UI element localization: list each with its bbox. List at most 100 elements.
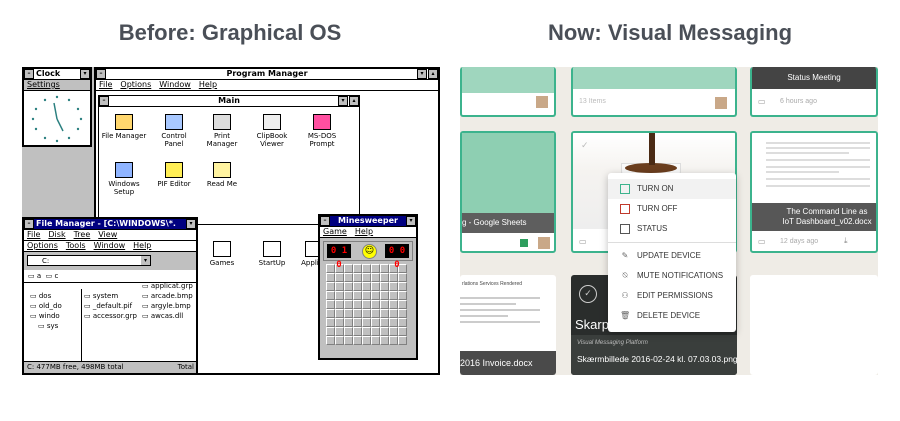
minimize-icon[interactable]: ▾ (338, 96, 348, 106)
mine-cell[interactable] (371, 273, 380, 282)
mine-cell[interactable] (344, 336, 353, 345)
mine-cell[interactable] (398, 327, 407, 336)
mine-cell[interactable] (344, 264, 353, 273)
mine-cell[interactable] (398, 282, 407, 291)
mine-cell[interactable] (326, 309, 335, 318)
mine-cell[interactable] (380, 291, 389, 300)
mine-cell[interactable] (344, 309, 353, 318)
mine-cell[interactable] (353, 300, 362, 309)
minimize-icon[interactable]: ▾ (186, 219, 196, 229)
read-me-program[interactable]: Read Me (199, 162, 245, 188)
file-item[interactable]: ▭ accessor.grp (84, 311, 140, 321)
mine-cell[interactable] (326, 300, 335, 309)
file-item[interactable]: ▭ applicat.grp (142, 281, 198, 291)
file-item[interactable]: ▭ arcade.bmp (142, 291, 198, 301)
minimize-icon[interactable]: ▾ (417, 69, 427, 79)
mine-cell[interactable] (371, 264, 380, 273)
menu-help[interactable]: Help (355, 227, 373, 236)
menu-view[interactable]: View (98, 230, 117, 239)
control-panel-program[interactable]: Control Panel (151, 114, 197, 148)
menu-file[interactable]: File (27, 230, 40, 239)
mine-cell[interactable] (389, 300, 398, 309)
mine-cell[interactable] (335, 318, 344, 327)
control-menu-icon[interactable]: – (99, 96, 109, 106)
maximize-icon[interactable]: ▴ (428, 69, 438, 79)
mine-cell[interactable] (380, 264, 389, 273)
file-manager-titlebar[interactable]: File Manager - [C:\WINDOWS\*. – ▾ (24, 219, 196, 230)
download-icon[interactable]: ⤓ (844, 236, 848, 246)
minimize-icon[interactable]: ▾ (406, 216, 416, 226)
file-item[interactable]: ▭ awcas.dll (142, 311, 198, 321)
mine-cell[interactable] (335, 300, 344, 309)
mine-cell[interactable] (398, 309, 407, 318)
games-group[interactable]: Games (204, 241, 240, 267)
tree-item[interactable]: ▭ windo (30, 311, 81, 321)
mine-cell[interactable] (326, 336, 335, 345)
mine-cell[interactable] (326, 291, 335, 300)
clock-titlebar[interactable]: Clock – ▾ (24, 69, 90, 80)
program-manager-titlebar[interactable]: Program Manager – ▾ ▴ (96, 69, 438, 80)
tree-item[interactable]: ▭ sys (30, 321, 81, 331)
menu-window[interactable]: Window (94, 241, 126, 250)
mine-cell[interactable] (335, 309, 344, 318)
print-manager-program[interactable]: Print Manager (199, 114, 245, 148)
mine-cell[interactable] (371, 318, 380, 327)
menu-options[interactable]: Options (120, 80, 151, 89)
mine-cell[interactable] (389, 273, 398, 282)
mine-cell[interactable] (389, 309, 398, 318)
status-option[interactable]: STATUS (608, 219, 736, 239)
mine-cell[interactable] (362, 264, 371, 273)
mine-cell[interactable] (380, 273, 389, 282)
mine-cell[interactable] (344, 318, 353, 327)
mine-cell[interactable] (389, 291, 398, 300)
mine-cell[interactable] (335, 282, 344, 291)
mine-cell[interactable] (371, 300, 380, 309)
mine-cell[interactable] (362, 309, 371, 318)
file-item[interactable]: ▭ argyle.bmp (142, 301, 198, 311)
mine-cell[interactable] (353, 327, 362, 336)
control-menu-icon[interactable]: – (320, 216, 330, 226)
menu-options[interactable]: Options (27, 241, 58, 250)
mine-cell[interactable] (380, 327, 389, 336)
comment-icon[interactable]: ▭ (579, 237, 587, 246)
file-manager-program[interactable]: File Manager (101, 114, 147, 140)
file-item[interactable]: ▭ system (84, 291, 140, 301)
mine-cell[interactable] (371, 282, 380, 291)
mine-cell[interactable] (389, 336, 398, 345)
pif-editor-program[interactable]: PIF Editor (151, 162, 197, 188)
drive-a[interactable]: a (37, 272, 41, 280)
mine-cell[interactable] (389, 327, 398, 336)
mine-cell[interactable] (353, 282, 362, 291)
mine-cell[interactable] (326, 282, 335, 291)
menu-file[interactable]: File (99, 80, 112, 89)
minimize-icon[interactable]: ▾ (80, 69, 90, 79)
menu-help[interactable]: Help (199, 80, 217, 89)
mine-cell[interactable] (362, 318, 371, 327)
edit-permissions-action[interactable]: ⚇ EDIT PERMISSIONS (608, 286, 736, 306)
mine-cell[interactable] (344, 291, 353, 300)
mine-cell[interactable] (380, 300, 389, 309)
drive-select[interactable]: C: ▾ (27, 255, 151, 266)
mine-cell[interactable] (380, 336, 389, 345)
mine-cell[interactable] (398, 273, 407, 282)
mine-cell[interactable] (362, 336, 371, 345)
turn-off-option[interactable]: TURN OFF (608, 199, 736, 219)
card-top-middle[interactable]: 13 Items (571, 67, 737, 117)
turn-on-option[interactable]: TURN ON (608, 179, 736, 199)
check-icon[interactable]: ✓ (581, 141, 589, 151)
main-group-window[interactable]: Main – ▾ ▴ File Manager Control Panel Print… (98, 95, 360, 225)
mine-cell[interactable] (326, 318, 335, 327)
control-menu-icon[interactable]: – (96, 69, 106, 79)
mine-cell[interactable] (398, 318, 407, 327)
minesweeper-window[interactable]: Minesweeper – ▾ Game Help 0 1 0 ☺ 0 0 0 (318, 214, 418, 360)
mine-cell[interactable] (371, 327, 380, 336)
mine-cell[interactable] (344, 300, 353, 309)
menu-window[interactable]: Window (159, 80, 191, 89)
mine-cell[interactable] (353, 264, 362, 273)
mine-cell[interactable] (344, 282, 353, 291)
mine-cell[interactable] (398, 300, 407, 309)
windows-setup-program[interactable]: Windows Setup (101, 162, 147, 196)
msdos-program[interactable]: MS-DOS Prompt (299, 114, 345, 148)
check-icon[interactable]: ✓ (579, 285, 597, 303)
minefield-grid[interactable] (326, 264, 410, 345)
